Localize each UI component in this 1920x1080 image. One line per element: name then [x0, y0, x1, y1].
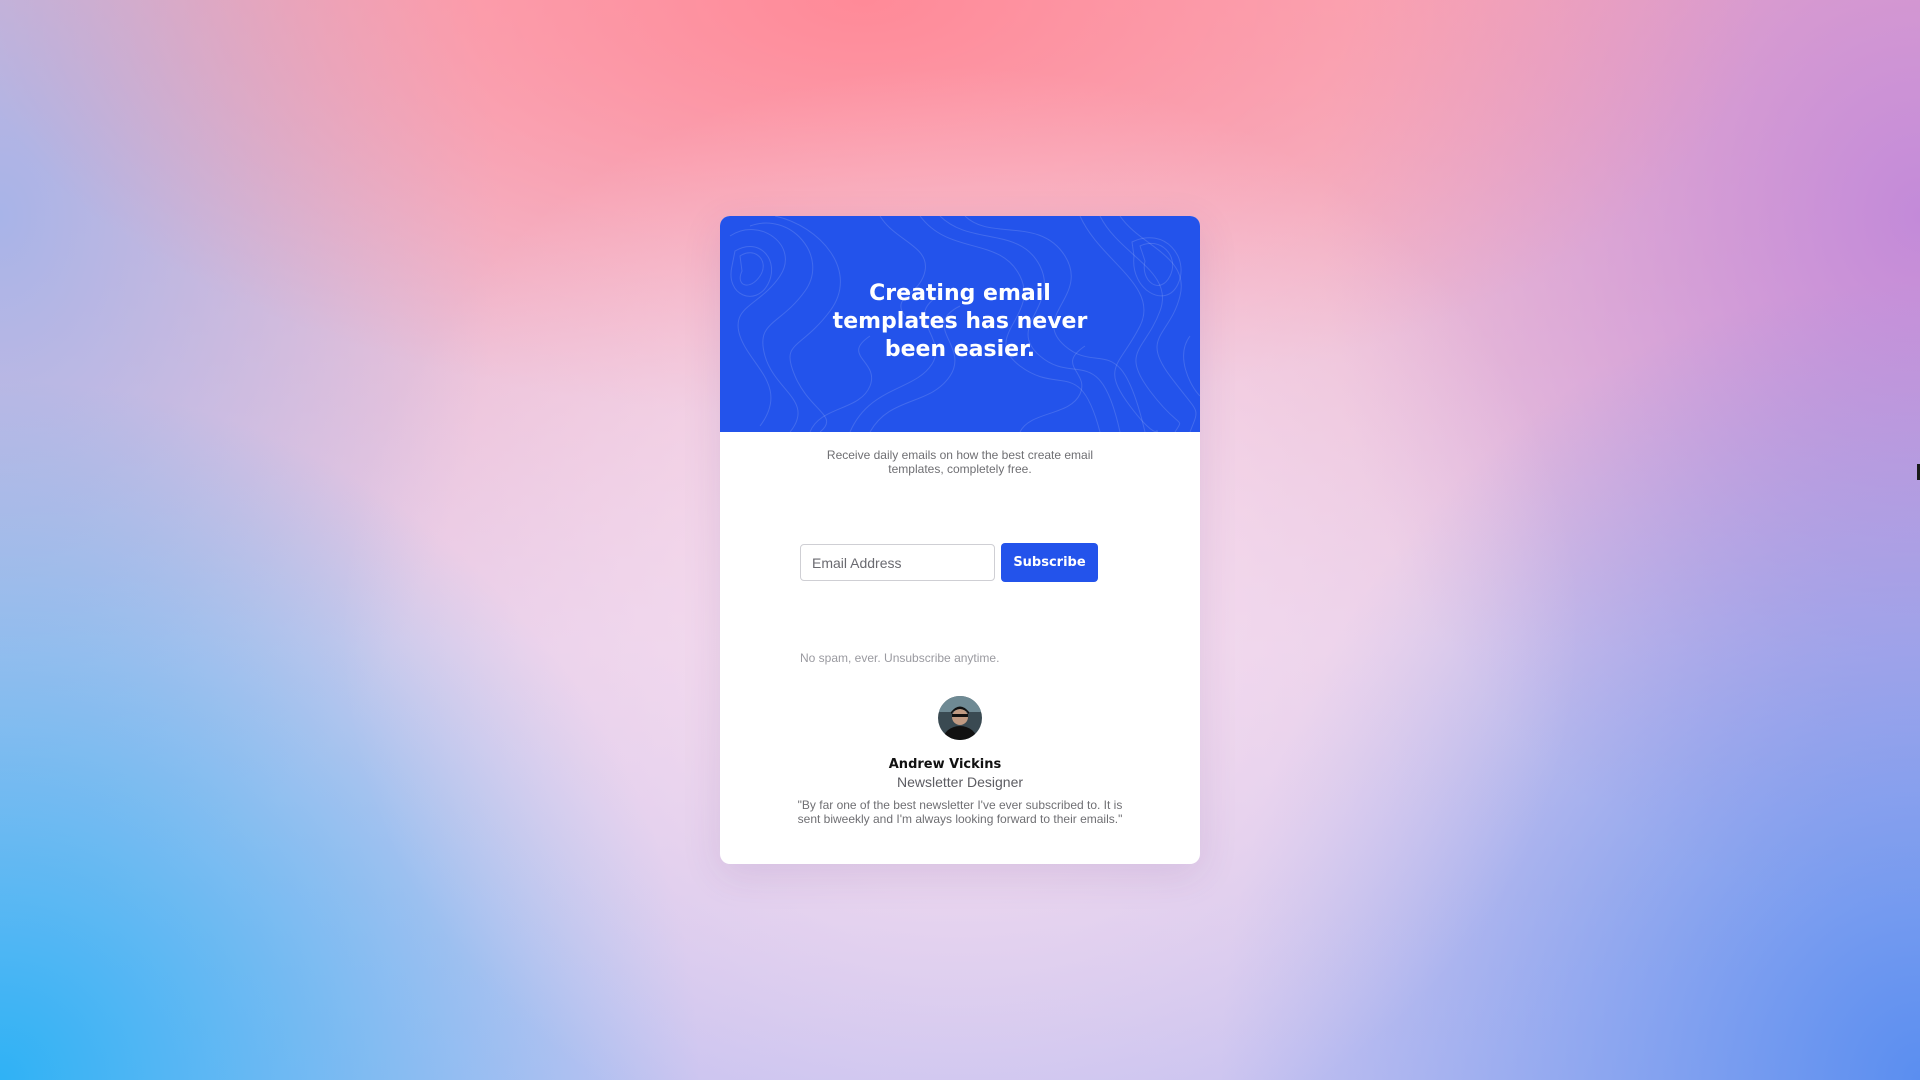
author-name: Andrew Vickins	[888, 757, 1002, 772]
author-role: Newsletter Designer	[896, 774, 1024, 790]
avatar	[938, 696, 982, 740]
no-spam-note: No spam, ever. Unsubscribe anytime.	[800, 651, 1000, 665]
subscribe-button[interactable]: Subscribe	[1001, 543, 1098, 582]
hero-banner: Creating email templates has never been …	[720, 216, 1200, 432]
newsletter-card: Creating email templates has never been …	[720, 216, 1200, 864]
hero-title: Creating email templates has never been …	[832, 281, 1088, 362]
subscribe-form: Subscribe	[800, 543, 1098, 582]
description-text: Receive daily emails on how the best cre…	[826, 448, 1094, 476]
person-avatar-icon	[938, 696, 982, 740]
testimonial-quote: "By far one of the best newsletter I've …	[797, 798, 1123, 826]
email-field[interactable]	[800, 544, 995, 581]
